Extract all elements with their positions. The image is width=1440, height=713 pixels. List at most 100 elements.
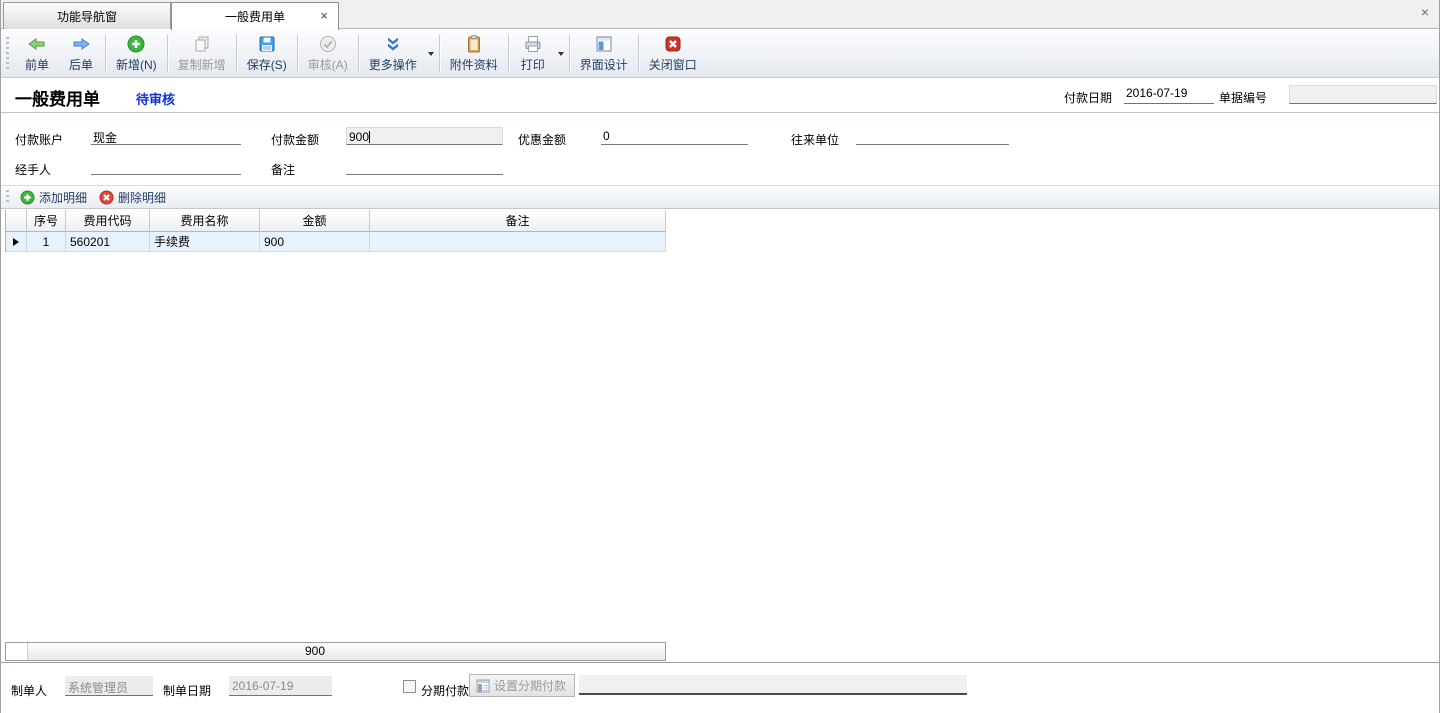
handler-label: 经手人 [15,161,51,178]
doc-number-label: 单据编号 [1219,89,1267,106]
cell-remark[interactable] [370,232,666,252]
cell-amount[interactable]: 900 [260,232,370,252]
design-icon [594,34,614,54]
close-window-button[interactable]: 关闭窗口 [641,31,705,76]
toolbar-separator [439,35,440,72]
total-bar: 900 [5,642,666,661]
save-button[interactable]: 保存(S) [239,31,295,76]
set-installment-button[interactable]: 设置分期付款 [469,674,575,697]
text-cursor [369,131,370,143]
prev-doc-button[interactable]: 前单 [15,31,59,76]
toolbar-separator [167,35,168,72]
attachments-button[interactable]: 附件资料 [442,31,506,76]
toolbar-separator [638,35,639,72]
main-toolbar: 前单 后单 新增(N) 复制新增 保存(S) [1,29,1439,78]
doc-number-field[interactable] [1289,85,1437,104]
toolbar-separator [569,35,570,72]
detail-toolbar: 添加明细 删除明细 [1,186,1439,209]
form-area: 付款账户 现金 付款金额 900 优惠金额 0 往来单位 经手人 备注 [1,113,1439,186]
detail-grid: 序号 费用代码 费用名称 金额 备注 1 560201 手续费 900 [5,210,666,252]
payment-amount-field[interactable]: 900 [346,127,503,145]
payment-date-field[interactable]: 2016-07-19 [1124,86,1214,104]
cell-seq[interactable]: 1 [27,232,66,252]
clipboard-icon [464,34,484,54]
discount-amount-field[interactable]: 0 [601,127,748,145]
close-red-icon [663,34,683,54]
arrow-left-icon [27,34,47,54]
column-header-remark[interactable]: 备注 [370,210,666,232]
tab-bar: 功能导航窗 一般费用单 × × [1,0,1439,29]
toolbar-separator [297,35,298,72]
counterparty-label: 往来单位 [791,131,839,148]
create-date-label: 制单日期 [163,682,211,699]
double-chevron-down-icon [383,34,403,54]
window-close-icon[interactable]: × [1421,4,1429,20]
tab-label: 一般费用单 [225,8,285,25]
remark-label: 备注 [271,161,295,178]
footer-extra-field[interactable] [579,675,967,695]
footer-bar: 制单人 系统管理员 制单日期 2016-07-19 分期付款 设置分期付款 [1,663,1439,713]
payment-account-field[interactable]: 现金 [91,127,241,145]
toolbar-separator [508,35,509,72]
payment-date-label: 付款日期 [1064,89,1112,106]
row-select-marker-icon [13,238,19,246]
toolbar-separator [358,35,359,72]
document-header: 一般费用单 待审核 付款日期 2016-07-19 单据编号 [1,78,1439,113]
grid-corner-cell [6,210,27,232]
more-actions-button[interactable]: 更多操作 [361,31,425,76]
counterparty-field[interactable] [856,127,1009,145]
payment-account-label: 付款账户 [15,131,63,148]
print-button[interactable]: 打印 [511,31,555,76]
creator-field: 系统管理员 [65,676,153,696]
print-dropdown-caret[interactable] [555,31,567,76]
row-header-cell [6,232,27,252]
add-detail-button[interactable]: 添加明细 [16,187,95,208]
total-amount: 900 [260,643,370,660]
copy-new-button[interactable]: 复制新增 [170,31,234,76]
detail-grid-area: 序号 费用代码 费用名称 金额 备注 1 560201 手续费 900 900 [1,209,1439,663]
toolbar-separator [105,35,106,72]
installment-label: 分期付款 [421,682,469,699]
new-button[interactable]: 新增(N) [108,31,165,76]
arrow-right-icon [71,34,91,54]
payment-amount-label: 付款金额 [271,131,319,148]
printer-icon [523,34,543,54]
total-bar-corner [6,643,28,660]
add-circle-icon [20,190,35,205]
cell-name[interactable]: 手续费 [150,232,260,252]
creator-label: 制单人 [11,682,47,699]
status-badge: 待审核 [136,89,175,108]
handler-field[interactable] [91,157,241,175]
discount-amount-label: 优惠金额 [518,131,566,148]
tab-general-expense[interactable]: 一般费用单 × [171,2,339,30]
remark-field[interactable] [346,157,503,175]
copy-icon [192,34,212,54]
installment-grid-icon [476,679,490,693]
cell-code[interactable]: 560201 [66,232,150,252]
audit-button[interactable]: 审核(A) [300,31,356,76]
delete-detail-button[interactable]: 删除明细 [95,187,174,208]
grid-header-row: 序号 费用代码 费用名称 金额 备注 [6,210,666,232]
detail-toolbar-grip[interactable] [4,190,12,205]
table-row[interactable]: 1 560201 手续费 900 [6,232,666,252]
ui-design-button[interactable]: 界面设计 [572,31,636,76]
column-header-amount[interactable]: 金额 [260,210,370,232]
app-window: 功能导航窗 一般费用单 × × 前单 后单 新增(N) [0,0,1440,713]
tab-function-nav[interactable]: 功能导航窗 [3,2,171,29]
next-doc-button[interactable]: 后单 [59,31,103,76]
column-header-name[interactable]: 费用名称 [150,210,260,232]
add-icon [126,34,146,54]
more-actions-dropdown-caret[interactable] [425,31,437,76]
delete-circle-icon [99,190,114,205]
tab-close-icon[interactable]: × [320,9,328,22]
save-icon [257,34,277,54]
page-title: 一般费用单 [15,85,100,110]
installment-checkbox[interactable] [403,680,416,693]
toolbar-grip[interactable] [4,37,13,70]
audit-check-icon [318,34,338,54]
toolbar-separator [236,35,237,72]
column-header-seq[interactable]: 序号 [27,210,66,232]
column-header-code[interactable]: 费用代码 [66,210,150,232]
create-date-field: 2016-07-19 [229,676,332,696]
tab-label: 功能导航窗 [57,8,117,25]
